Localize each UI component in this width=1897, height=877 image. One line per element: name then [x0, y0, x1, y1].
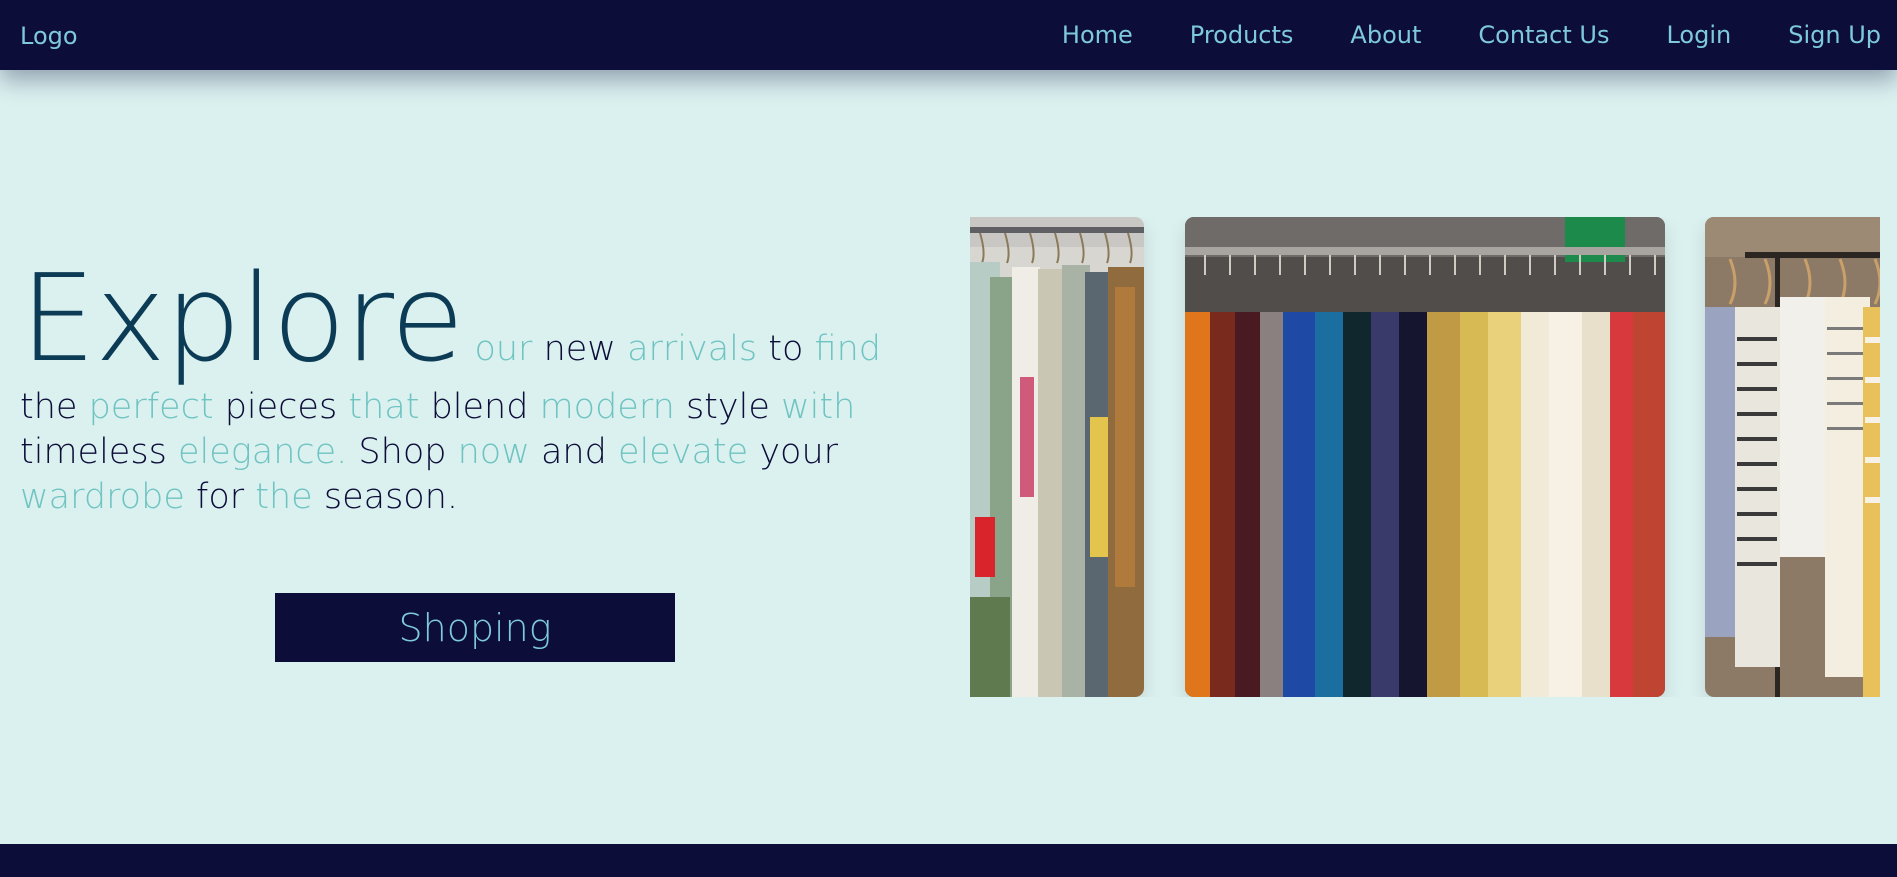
- hero-word: pieces: [224, 387, 338, 427]
- nav-link-login[interactable]: Login: [1666, 21, 1731, 49]
- hero-word: new: [543, 329, 616, 369]
- hero-word: Shop: [358, 432, 447, 472]
- shopping-button[interactable]: Shoping: [275, 593, 675, 662]
- hero-word: the: [20, 387, 78, 427]
- hero-text: Explore our new arrivals to find the per…: [20, 255, 925, 520]
- hero-word: find: [814, 329, 882, 369]
- hero-word: your: [759, 432, 839, 472]
- hero-word: modern: [539, 387, 675, 427]
- hero-word: for: [196, 477, 245, 517]
- nav-link-home[interactable]: Home: [1062, 21, 1133, 49]
- hero-word: arrivals: [627, 329, 758, 369]
- hero-word: style: [685, 387, 770, 427]
- hero-word: timeless: [20, 432, 167, 472]
- hero-word: with: [781, 387, 856, 427]
- hero-word: wardrobe: [20, 477, 185, 517]
- nav-link-sign-up[interactable]: Sign Up: [1788, 21, 1881, 49]
- hero-word: our: [474, 329, 533, 369]
- striped-dresses-rack-image-graphic: [1705, 217, 1880, 697]
- hero-word: and: [540, 432, 607, 472]
- nav-links: Home Products About Contact Us Login Sig…: [1062, 0, 1897, 70]
- colorful-shirts-rack-image: [1185, 217, 1665, 697]
- clothes-rack-image: [970, 217, 1144, 697]
- hero-word: elevate: [617, 432, 749, 472]
- colorful-shirts-rack-image-graphic: [1185, 217, 1665, 697]
- hero-headline: Explore: [20, 250, 464, 389]
- navbar: Logo Home Products About Contact Us Logi…: [0, 0, 1897, 70]
- nav-link-contact-us[interactable]: Contact Us: [1478, 21, 1609, 49]
- clothes-rack-image-graphic: [970, 217, 1144, 697]
- footer: [0, 844, 1897, 877]
- image-carousel[interactable]: [970, 217, 1880, 697]
- nav-link-about[interactable]: About: [1350, 21, 1421, 49]
- hero-word: blend: [430, 387, 529, 427]
- hero-word: season.: [323, 477, 459, 517]
- striped-dresses-rack-image: [1705, 217, 1880, 697]
- hero-word: elegance.: [177, 432, 348, 472]
- logo[interactable]: Logo: [20, 22, 78, 50]
- hero-word: now: [457, 432, 530, 472]
- hero-word: that: [348, 387, 420, 427]
- hero-word: perfect: [88, 387, 214, 427]
- hero-word: the: [255, 477, 313, 517]
- nav-link-products[interactable]: Products: [1190, 21, 1294, 49]
- hero-word: to: [768, 329, 804, 369]
